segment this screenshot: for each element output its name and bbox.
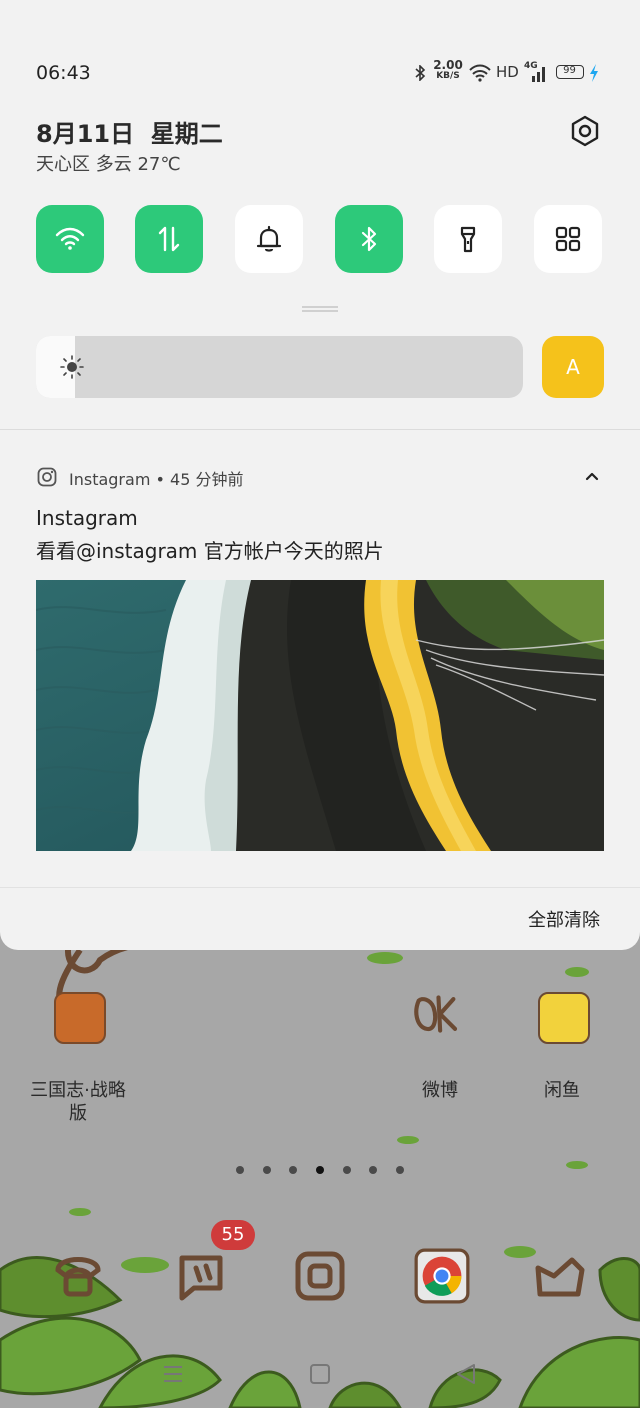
expand-handle[interactable] <box>302 306 338 312</box>
divider <box>0 887 640 888</box>
status-bar: 06:43 2.00 KB/S HD 4G 99 <box>36 58 604 84</box>
chrome-app-icon[interactable] <box>414 1248 470 1304</box>
signal-icon <box>532 67 545 82</box>
wifi-toggle[interactable] <box>36 205 104 273</box>
speed-value: 2.00 <box>433 58 463 72</box>
phone-app-icon[interactable] <box>50 1248 106 1304</box>
hd-indicator: HD <box>496 63 519 81</box>
wifi-icon <box>55 227 85 250</box>
notification-text: 看看@instagram 官方帐户今天的照片 <box>36 539 384 563</box>
page-dot[interactable] <box>289 1166 297 1174</box>
battery-icon: 99 <box>556 65 584 79</box>
mobile-data-icon <box>158 226 180 252</box>
network-speed: 2.00 KB/S <box>432 58 464 82</box>
bluetooth-toggle[interactable] <box>335 205 403 273</box>
page-dot-active[interactable] <box>316 1166 324 1174</box>
network-type: 4G <box>524 61 550 82</box>
home-nav-icon[interactable] <box>308 1362 332 1386</box>
settings-gear-icon[interactable] <box>568 114 602 148</box>
weather-label: 天心区 多云 27℃ <box>36 154 181 175</box>
recents-nav-icon[interactable] <box>160 1362 186 1386</box>
wifi-status-icon <box>469 64 491 82</box>
app-label-weibo: 微博 <box>422 1080 458 1101</box>
auto-brightness-button[interactable]: A <box>542 336 604 398</box>
brightness-slider[interactable] <box>36 336 523 398</box>
edit-tiles-toggle[interactable] <box>534 205 602 273</box>
app-icon-sanguozhi[interactable] <box>54 992 106 1044</box>
app-label-sanguozhi: 三国志·战略 版 <box>30 1080 126 1124</box>
page-dot[interactable] <box>236 1166 244 1174</box>
date-label: 8月11日 星期二 <box>36 120 223 148</box>
page-dot[interactable] <box>343 1166 351 1174</box>
clear-all-button[interactable]: 全部清除 <box>528 906 600 932</box>
flashlight-toggle[interactable] <box>434 205 502 273</box>
xianyu-icon[interactable] <box>538 992 590 1044</box>
status-icons: 2.00 KB/S HD 4G 99 <box>414 58 604 84</box>
clock: 06:43 <box>36 62 91 84</box>
mobile-data-toggle[interactable] <box>135 205 203 273</box>
notification-shade: 06:43 2.00 KB/S HD 4G 99 8月11日 星期二 天心区 多… <box>0 0 640 950</box>
notification-photo[interactable] <box>36 580 604 851</box>
page-indicator <box>0 1162 640 1178</box>
bluetooth-status-icon <box>415 65 426 81</box>
messages-app-icon[interactable] <box>174 1248 230 1304</box>
chevron-up-icon[interactable] <box>584 470 600 482</box>
instagram-icon <box>37 467 57 487</box>
gallery-app-icon[interactable] <box>532 1248 588 1304</box>
weibo-icon[interactable] <box>412 990 460 1038</box>
sound-toggle[interactable] <box>235 205 303 273</box>
apps-grid-icon <box>555 226 581 252</box>
page-dot[interactable] <box>396 1166 404 1174</box>
battery-level: 99 <box>563 65 576 76</box>
notification-app-line: Instagram • 45 分钟前 <box>69 470 244 489</box>
charging-icon <box>590 64 598 82</box>
divider <box>0 429 640 430</box>
page-dot[interactable] <box>369 1166 377 1174</box>
bell-icon <box>256 225 282 252</box>
unread-badge: 55 <box>211 1220 255 1250</box>
notification-title: Instagram <box>36 506 138 530</box>
brightness-sun-icon <box>60 355 84 379</box>
speed-unit: KB/S <box>436 71 460 81</box>
flashlight-icon <box>460 226 476 253</box>
camera-app-icon[interactable] <box>292 1248 348 1304</box>
back-nav-icon[interactable] <box>454 1362 478 1386</box>
page-dot[interactable] <box>263 1166 271 1174</box>
bluetooth-icon <box>361 226 377 252</box>
app-label-xianyu: 闲鱼 <box>544 1080 580 1101</box>
